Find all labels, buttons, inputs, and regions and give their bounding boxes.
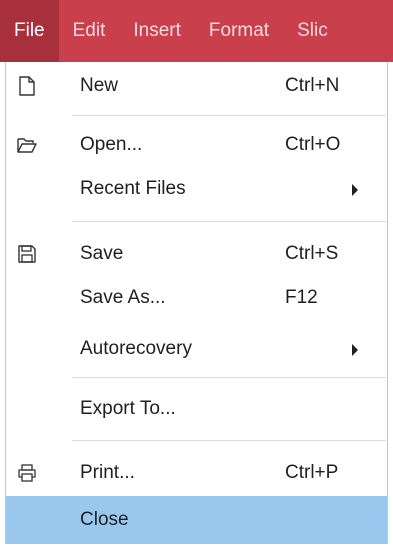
printer-icon bbox=[18, 464, 36, 482]
menu-item-shortcut: Ctrl+P bbox=[285, 462, 339, 483]
menu-item-shortcut: F12 bbox=[285, 287, 318, 308]
menu-item-export-to[interactable]: Export To... bbox=[6, 385, 387, 433]
menu-item-autorecovery[interactable]: Autorecovery bbox=[6, 325, 387, 373]
menu-item-close[interactable]: Close bbox=[6, 496, 387, 544]
menu-separator bbox=[72, 221, 386, 222]
menu-item-open[interactable]: Open... Ctrl+O bbox=[6, 121, 387, 169]
menu-item-shortcut: Ctrl+O bbox=[285, 134, 341, 155]
menu-separator bbox=[72, 440, 386, 441]
folder-open-icon bbox=[17, 138, 37, 153]
menu-item-label: Save bbox=[80, 243, 124, 264]
menu-format[interactable]: Format bbox=[195, 0, 283, 62]
menu-separator bbox=[72, 115, 386, 116]
menu-item-recent-files[interactable]: Recent Files bbox=[6, 165, 387, 213]
file-dropdown-menu: New Ctrl+N Open... Ctrl+O Recent Files S… bbox=[5, 62, 388, 544]
menu-item-print[interactable]: Print... Ctrl+P bbox=[6, 449, 387, 497]
menu-insert[interactable]: Insert bbox=[119, 0, 195, 62]
menu-item-label: New bbox=[80, 75, 119, 96]
menu-item-label: Save As... bbox=[80, 287, 166, 308]
menu-file[interactable]: File bbox=[0, 0, 59, 62]
menu-item-shortcut: Ctrl+N bbox=[285, 75, 340, 96]
menu-item-label: Print... bbox=[80, 462, 135, 483]
menu-item-save[interactable]: Save Ctrl+S bbox=[6, 230, 387, 278]
menu-item-label: Close bbox=[80, 509, 129, 530]
menu-separator bbox=[72, 377, 386, 378]
menu-item-label: Recent Files bbox=[80, 178, 186, 199]
menu-edit[interactable]: Edit bbox=[59, 0, 120, 62]
submenu-arrow-icon bbox=[352, 184, 358, 196]
menu-slide[interactable]: Slic bbox=[283, 0, 342, 62]
floppy-disk-icon bbox=[18, 245, 36, 263]
menu-item-new[interactable]: New Ctrl+N bbox=[6, 62, 387, 110]
file-icon bbox=[19, 76, 35, 96]
menu-item-label: Autorecovery bbox=[80, 338, 192, 359]
menu-item-label: Open... bbox=[80, 134, 143, 155]
menu-item-label: Export To... bbox=[80, 398, 176, 419]
submenu-arrow-icon bbox=[352, 344, 358, 356]
menu-bar: File Edit Insert Format Slic bbox=[0, 0, 393, 62]
menu-item-shortcut: Ctrl+S bbox=[285, 243, 339, 264]
menu-item-save-as[interactable]: Save As... F12 bbox=[6, 274, 387, 322]
